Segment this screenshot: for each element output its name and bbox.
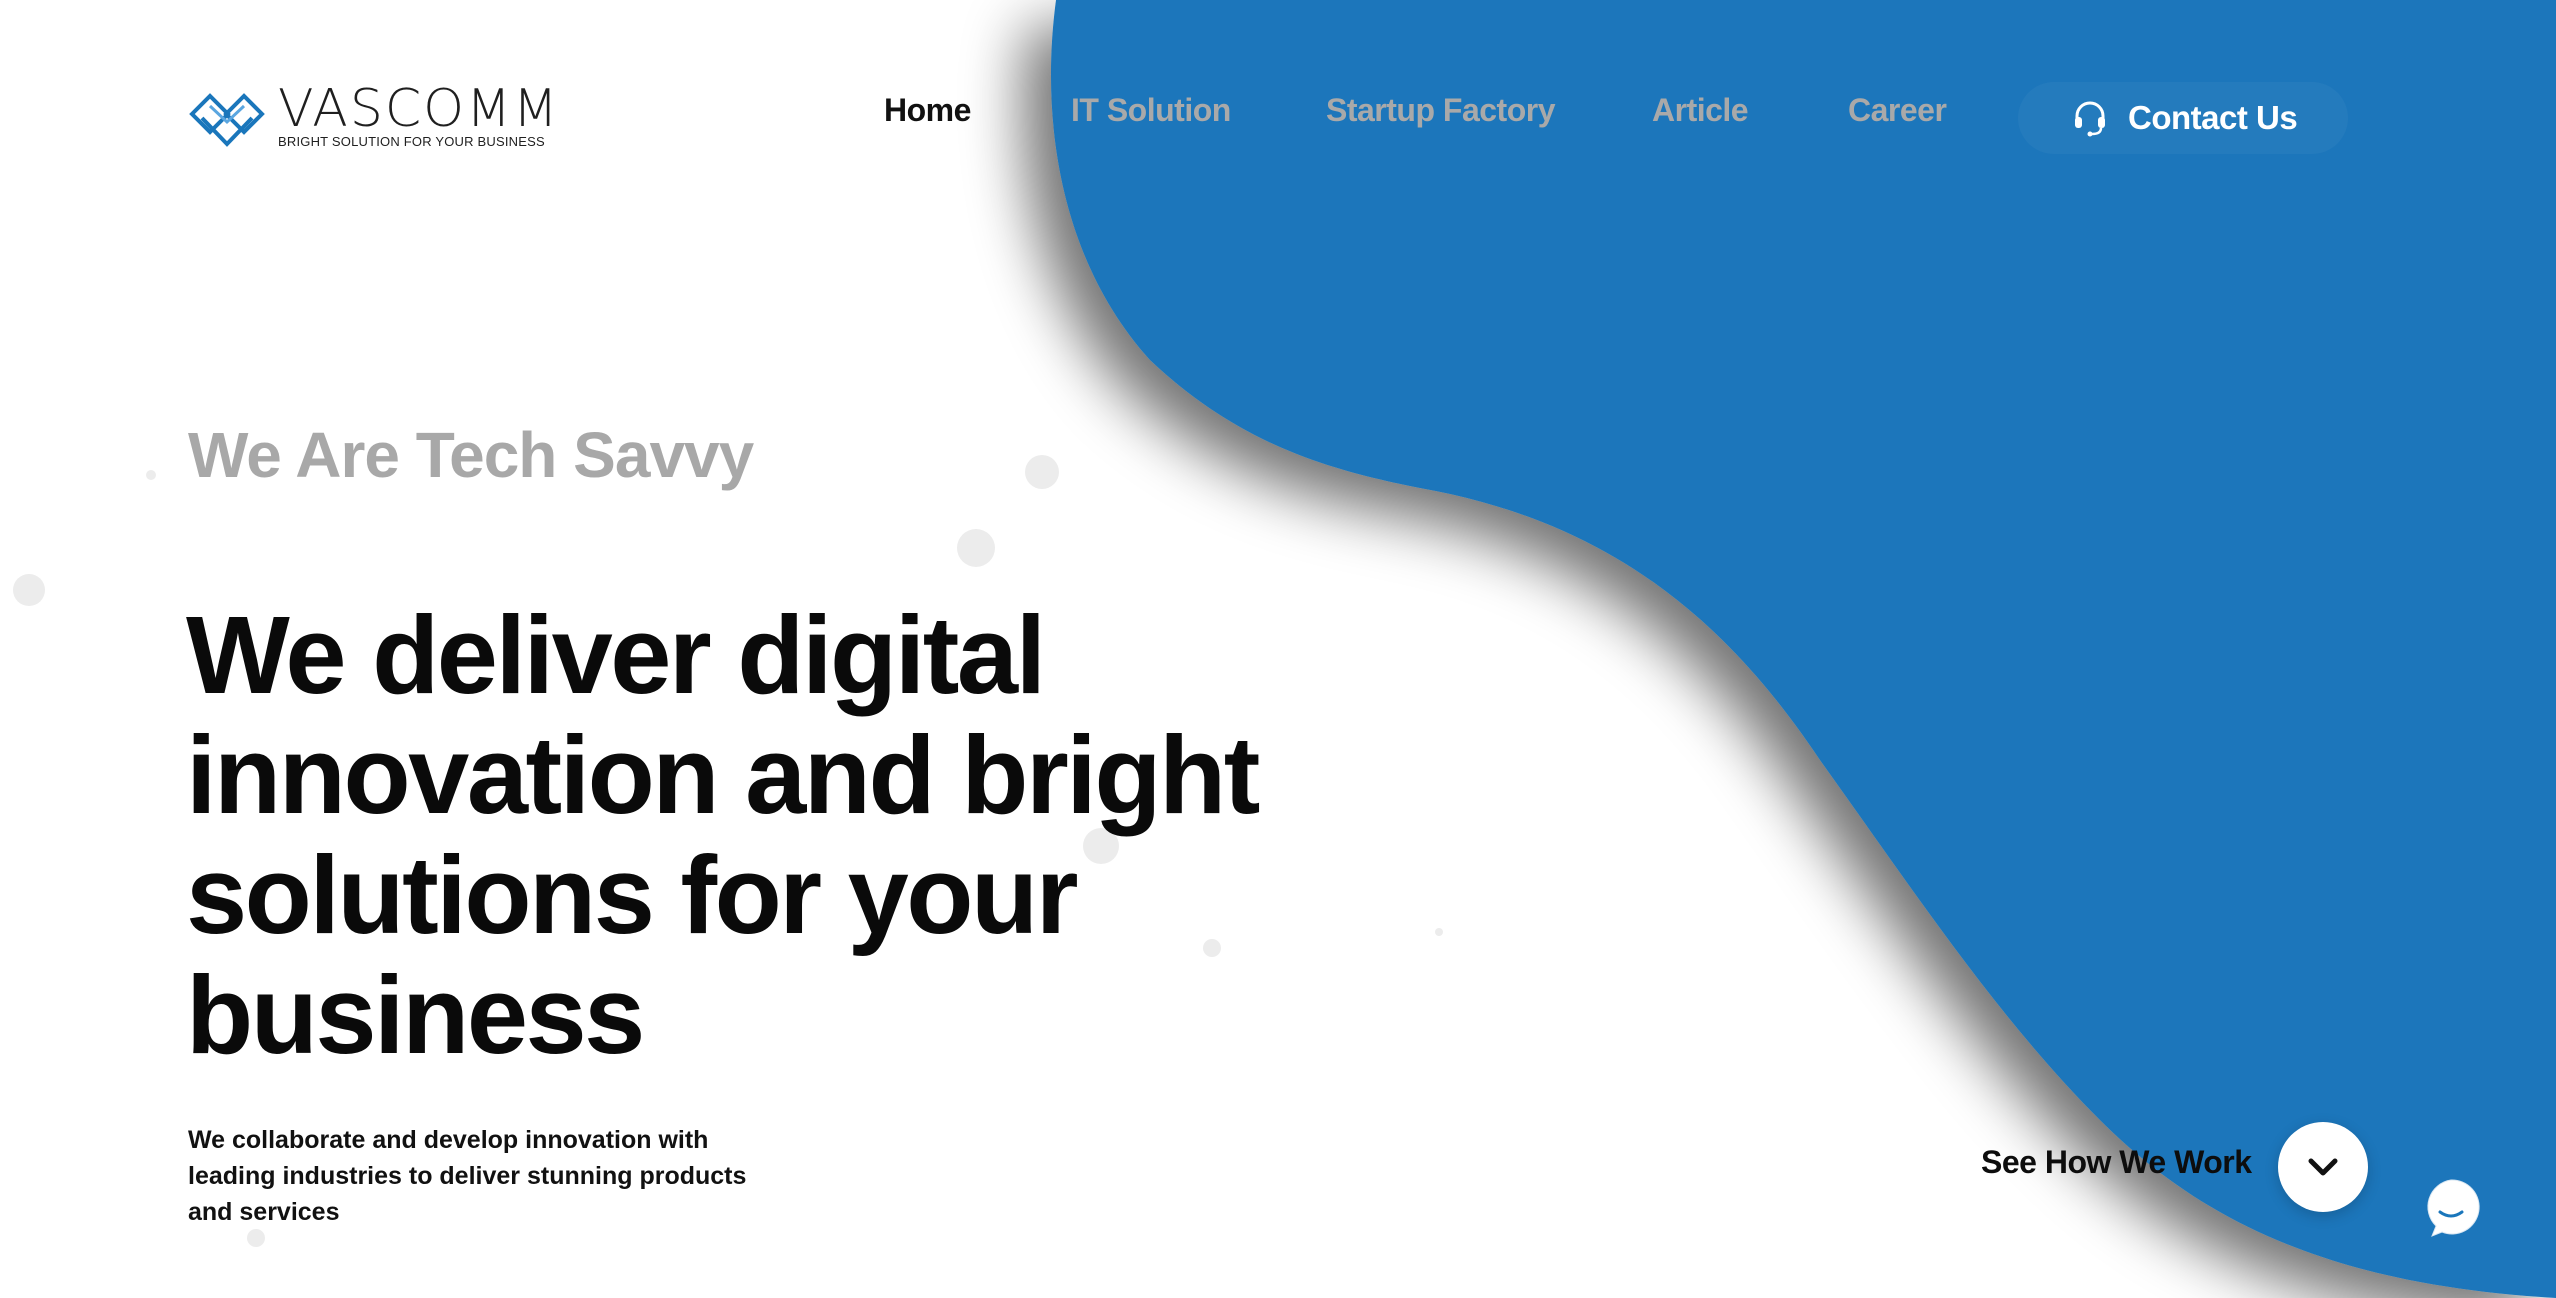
headset-icon xyxy=(2075,101,2105,137)
nav-item-home[interactable]: Home xyxy=(884,92,971,129)
decor-dot xyxy=(1435,928,1443,936)
decor-dot xyxy=(1025,455,1059,489)
nav-item-startup-factory[interactable]: Startup Factory xyxy=(1326,92,1555,129)
decor-dot xyxy=(13,574,45,606)
hero-headline: We deliver digital innovation and bright… xyxy=(186,594,1260,1077)
nav-item-it-solution[interactable]: IT Solution xyxy=(1071,92,1231,129)
landing-page: VASCOMM BRIGHT SOLUTION FOR YOUR BUSINES… xyxy=(0,0,2556,1298)
scroll-down-button[interactable] xyxy=(2278,1122,2368,1212)
decor-dot xyxy=(247,1229,265,1247)
see-how-we-work-link[interactable]: See How We Work xyxy=(1981,1144,2252,1181)
decor-dot xyxy=(957,529,995,567)
decor-dot xyxy=(146,470,156,480)
nav-item-article[interactable]: Article xyxy=(1652,92,1749,129)
chat-bubble-icon[interactable] xyxy=(2420,1176,2482,1238)
nav-item-career[interactable]: Career xyxy=(1848,92,1947,129)
chevron-down-icon xyxy=(2308,1158,2338,1176)
contact-us-button[interactable]: Contact Us xyxy=(2018,82,2348,154)
hero-lead: We collaborate and develop innovation wi… xyxy=(188,1126,747,1226)
hero-eyebrow: We Are Tech Savvy xyxy=(188,419,754,491)
contact-us-label: Contact Us xyxy=(2128,99,2298,136)
